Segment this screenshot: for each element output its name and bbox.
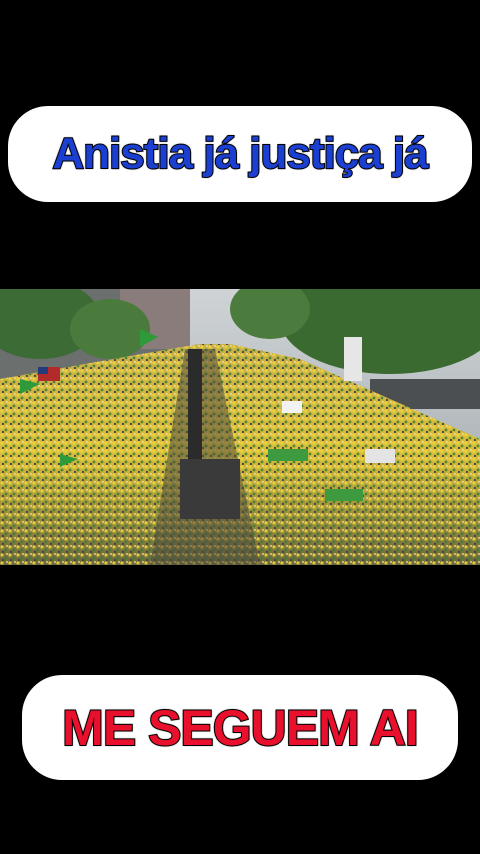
top-caption-text: Anistia já justiça já [51, 128, 429, 179]
crowd-photo-illustration [0, 289, 480, 565]
bottom-caption-banner: ME SEGUEM AI [22, 675, 458, 780]
top-caption-banner: Anistia já justiça já [8, 106, 472, 202]
crowd-photo [0, 289, 480, 565]
bottom-caption-text: ME SEGUEM AI [61, 699, 420, 757]
